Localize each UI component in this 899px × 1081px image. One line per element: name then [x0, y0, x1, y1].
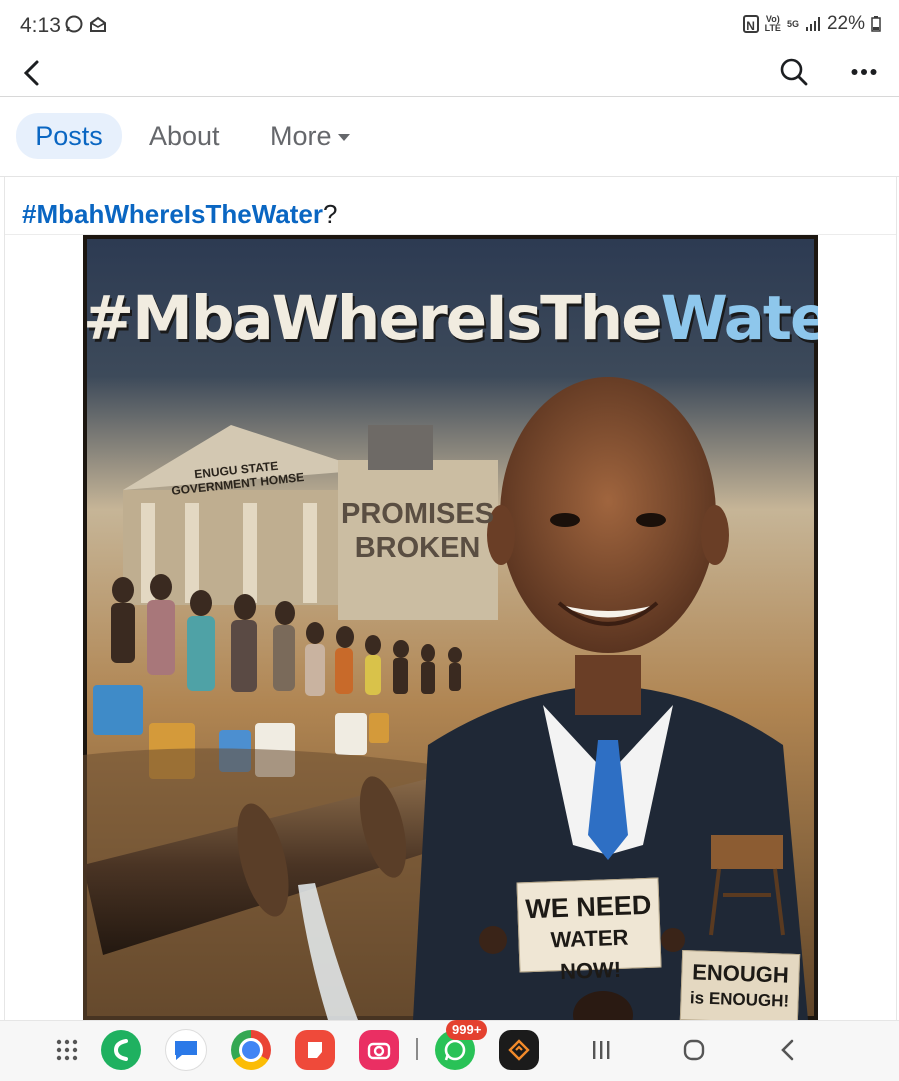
messages-app-button[interactable]	[165, 1029, 207, 1071]
protest-sign-water: WE NEED WATER NOW!	[516, 877, 662, 984]
back-icon	[781, 1039, 794, 1061]
signal-icon	[805, 17, 820, 31]
caret-down-icon	[337, 133, 350, 141]
post-text-suffix: ?	[322, 199, 338, 229]
protest-sign-enough-line-1: ENOUGH	[691, 959, 790, 988]
battery-percent: 22%	[826, 13, 865, 34]
post-image[interactable]: #MbaWhereIsTheWater? ENUGU STATE GOVERNM…	[83, 235, 818, 1020]
tab-posts[interactable]: Posts	[16, 113, 122, 159]
camera-app-icon	[359, 1030, 399, 1070]
hashtag-link[interactable]: #MbahWhereIsTheWater	[22, 199, 323, 229]
notes-app-icon	[295, 1030, 335, 1070]
back-button[interactable]	[14, 56, 48, 90]
wall-text-line-2: BROKEN	[354, 532, 481, 564]
status-right-icons: N Vo) LTE 5G 22%	[742, 13, 881, 35]
apps-grid-icon	[56, 1039, 78, 1061]
status-notification-icons	[64, 14, 108, 34]
protest-sign-water-line-2: WATER NOW!	[550, 924, 629, 985]
post-card: 16m #MbahWhereIsTheWater?	[4, 177, 897, 1020]
more-options-button[interactable]	[846, 54, 882, 90]
battery-icon	[871, 16, 881, 32]
post-text: #MbahWhereIsTheWater?	[22, 199, 337, 230]
volte-icon: Vo) LTE	[764, 14, 781, 33]
mail-notification-icon	[90, 16, 106, 32]
dark-app-icon	[499, 1030, 539, 1070]
search-button[interactable]	[776, 54, 812, 90]
camera-app-button[interactable]	[358, 1029, 400, 1071]
search-icon	[780, 58, 808, 86]
whatsapp-badge: 999+	[446, 1020, 488, 1040]
protest-sign-water-line-1: WE NEED	[524, 889, 652, 925]
home-icon	[683, 1039, 705, 1061]
status-bar: 4:13 N Vo) LTE 5G 22%	[0, 0, 899, 48]
nav-back-button[interactable]	[766, 1029, 808, 1071]
notes-app-button[interactable]	[294, 1029, 336, 1071]
phone-app-icon	[101, 1030, 141, 1070]
profile-tabs: Posts About More	[0, 97, 899, 175]
nav-separator	[416, 1038, 418, 1060]
recents-button[interactable]	[580, 1029, 622, 1071]
more-dots-icon	[851, 69, 877, 75]
wall-text-line-1: PROMISES	[341, 498, 495, 530]
dark-app-button[interactable]	[498, 1029, 540, 1071]
tab-more-label: More	[270, 121, 332, 151]
poster-wall-text: PROMISES BROKEN	[341, 497, 494, 565]
recents-icon	[593, 1041, 610, 1059]
top-app-bar	[0, 48, 899, 97]
protest-sign-enough: ENOUGH is ENOUGH!	[679, 949, 801, 1020]
apps-grid-button[interactable]	[46, 1029, 88, 1071]
nfc-icon: N	[742, 15, 759, 33]
phone-app-button[interactable]	[100, 1029, 142, 1071]
chrome-app-button[interactable]	[230, 1029, 272, 1071]
tab-about[interactable]: About	[149, 113, 220, 159]
chrome-app-icon	[231, 1030, 271, 1070]
home-button[interactable]	[673, 1029, 715, 1071]
5g-icon: 5G	[786, 18, 799, 29]
poster-title: #MbaWhereIsTheWater?	[83, 283, 818, 354]
protest-sign-enough-line-2: is ENOUGH!	[689, 988, 790, 1011]
chevron-left-icon	[23, 60, 39, 86]
tab-more[interactable]: More	[270, 113, 350, 159]
messages-app-icon	[165, 1029, 207, 1071]
whatsapp-notification-icon	[65, 15, 83, 33]
status-time: 4:13	[20, 14, 61, 37]
